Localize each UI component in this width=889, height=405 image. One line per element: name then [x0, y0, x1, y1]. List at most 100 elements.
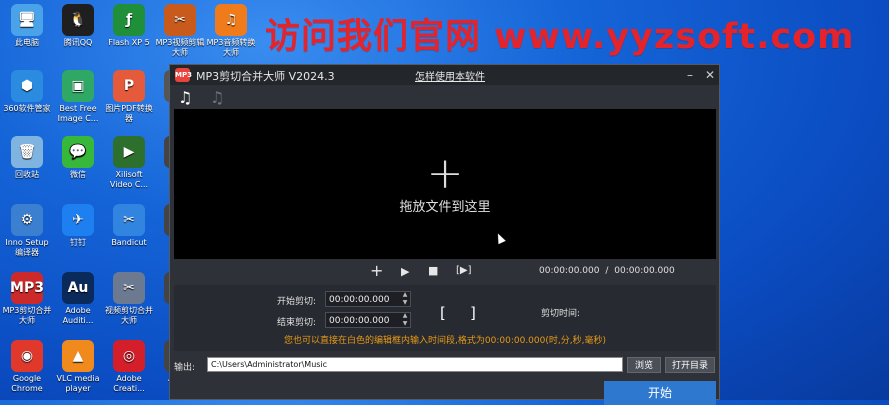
desktop-icon-label: 腾讯QQ: [63, 38, 93, 47]
chevron-down-icon[interactable]: ▼: [400, 320, 410, 328]
website-watermark: 访问我们官网 www.yyzsoft.com: [265, 17, 855, 57]
desktop-icon[interactable]: P 图片PDF转换器: [104, 70, 154, 124]
desktop-icon[interactable]: ✈ 钉钉: [53, 204, 103, 248]
desktop-icon-label: 此电脑: [15, 38, 39, 47]
time-separator: /: [605, 266, 609, 276]
help-link[interactable]: 怎样使用本软件: [415, 68, 485, 83]
app-shortcut-icon[interactable]: 🖥: [11, 4, 43, 36]
desktop-icon[interactable]: Au Adobe Auditi...: [53, 272, 103, 326]
cut-time-label: 剪切时间:: [541, 309, 581, 319]
app-shortcut-icon[interactable]: ✂: [164, 4, 196, 36]
desktop-icon[interactable]: ▶ Xilisoft Video C...: [104, 136, 154, 190]
desktop-icon-label: MP3剪切合并大师: [2, 306, 52, 325]
time-display: 00:00:00.000 / 00:00:00.000: [539, 266, 675, 276]
app-logo-icon: MP3: [175, 68, 192, 82]
desktop-icon[interactable]: ▣ Best Free Image C...: [53, 70, 103, 124]
start-cut-stepper[interactable]: ▲ ▼: [400, 291, 410, 307]
desktop-icon-label: MP3视频剪辑大师: [155, 38, 205, 57]
play-icon[interactable]: ▶: [401, 265, 409, 278]
desktop-icon[interactable]: ♫ MP3音频转换大师: [206, 4, 256, 58]
desktop-icon[interactable]: ✂ MP3视频剪辑大师: [155, 4, 205, 58]
app-shortcut-icon[interactable]: ◉: [11, 340, 43, 372]
drop-zone-label: 拖放文件到这里: [399, 199, 491, 215]
drop-zone[interactable]: + 拖放文件到这里: [174, 109, 716, 259]
play-selection-icon[interactable]: [▶]: [456, 265, 472, 276]
desktop-icon[interactable]: ⚙ Inno Setup 编译器: [2, 204, 52, 258]
app-shortcut-icon[interactable]: ✂: [113, 204, 145, 236]
desktop-icon-label: 视频剪切合并大师: [105, 306, 153, 325]
desktop-icon[interactable]: ✂ Bandicut: [104, 204, 154, 248]
window-title: MP3剪切合并大师 V2024.3: [196, 70, 335, 83]
start-cut-input[interactable]: 00:00:00.000: [325, 291, 411, 307]
app-shortcut-icon[interactable]: ✈: [62, 204, 94, 236]
desktop-icon-label: Inno Setup 编译器: [5, 238, 49, 257]
current-time: 00:00:00.000: [539, 266, 600, 276]
app-shortcut-icon[interactable]: ✂: [113, 272, 145, 304]
desktop-icon-label: 图片PDF转换器: [105, 104, 153, 123]
end-cut-input[interactable]: 00:00:00.000: [325, 312, 411, 328]
desktop-icon[interactable]: ◉ Google Chrome: [2, 340, 52, 394]
end-cut-label: 结束剪切:: [277, 318, 317, 328]
start-button[interactable]: 开始: [604, 381, 716, 405]
app-shortcut-icon[interactable]: 🐧: [62, 4, 94, 36]
desktop-icon[interactable]: 🗑 回收站: [2, 136, 52, 180]
total-time: 00:00:00.000: [614, 266, 675, 276]
output-label: 输出:: [174, 363, 196, 373]
app-shortcut-icon[interactable]: P: [113, 70, 145, 102]
app-shortcut-icon[interactable]: 💬: [62, 136, 94, 168]
format-hint: 您也可以直接在白色的编辑框内输入时间段,格式为00:00:00.000(时,分,…: [284, 336, 606, 346]
desktop-icon-label: Best Free Image C...: [57, 104, 99, 123]
desktop-icon[interactable]: ▲ VLC media player: [53, 340, 103, 394]
stop-icon[interactable]: ■: [428, 264, 438, 277]
app-window: MP3 MP3剪切合并大师 V2024.3 怎样使用本软件 – ✕ ♫ ♫ + …: [169, 64, 720, 405]
app-shortcut-icon[interactable]: Au: [62, 272, 94, 304]
open-directory-button[interactable]: 打开目录: [665, 357, 715, 373]
start-cut-label: 开始剪切:: [277, 297, 317, 307]
app-shortcut-icon[interactable]: ▶: [113, 136, 145, 168]
desktop-icon[interactable]: 🐧 腾讯QQ: [53, 4, 103, 48]
app-shortcut-icon[interactable]: ⚙: [11, 204, 43, 236]
app-shortcut-icon[interactable]: 🗑: [11, 136, 43, 168]
app-shortcut-icon[interactable]: ƒ: [113, 4, 145, 36]
set-end-button[interactable]: ]: [470, 304, 476, 322]
app-shortcut-icon[interactable]: ♫: [215, 4, 247, 36]
music-cut-mode-icon[interactable]: ♫: [178, 88, 192, 107]
end-cut-stepper[interactable]: ▲ ▼: [400, 312, 410, 328]
desktop-icon-label: Xilisoft Video C...: [109, 170, 149, 189]
app-shortcut-icon[interactable]: ▲: [62, 340, 94, 372]
desktop-icon-label: VLC media player: [56, 374, 100, 393]
desktop-icon-label: Flash XP 5: [108, 38, 150, 47]
desktop-icon[interactable]: ⬢ 360软件管家: [2, 70, 52, 114]
desktop-icon[interactable]: MP3 MP3剪切合并大师: [2, 272, 52, 326]
app-shortcut-icon[interactable]: ⬢: [11, 70, 43, 102]
chevron-up-icon[interactable]: ▲: [400, 291, 410, 299]
add-file-icon[interactable]: +: [427, 151, 464, 195]
app-shortcut-icon[interactable]: ◎: [113, 340, 145, 372]
app-shortcut-icon[interactable]: MP3: [10, 272, 44, 304]
music-merge-mode-icon[interactable]: ♫: [210, 88, 224, 107]
desktop-icon-label: MP3音频转换大师: [206, 38, 256, 57]
app-shortcut-icon[interactable]: ▣: [62, 70, 94, 102]
set-start-button[interactable]: [: [440, 304, 446, 322]
desktop-icon-label: 回收站: [15, 170, 39, 179]
desktop-icon-label: Bandicut: [111, 238, 147, 247]
desktop-icon[interactable]: 💬 微信: [53, 136, 103, 180]
desktop-icon-label: Adobe Creati...: [113, 374, 145, 393]
add-icon[interactable]: +: [370, 261, 383, 280]
minimize-button[interactable]: –: [682, 67, 698, 83]
desktop-icon-label: 钉钉: [70, 238, 86, 247]
desktop-icon[interactable]: ✂ 视频剪切合并大师: [104, 272, 154, 326]
desktop-icon[interactable]: ◎ Adobe Creati...: [104, 340, 154, 394]
desktop-icon-label: 微信: [70, 170, 86, 179]
browse-button[interactable]: 浏览: [627, 357, 661, 373]
desktop-icon-label: 360软件管家: [3, 104, 51, 113]
chevron-up-icon[interactable]: ▲: [400, 312, 410, 320]
desktop-icon-label: Google Chrome: [11, 374, 43, 393]
title-bar[interactable]: MP3 MP3剪切合并大师 V2024.3 怎样使用本软件 – ✕: [170, 65, 719, 85]
desktop-icon[interactable]: ƒ Flash XP 5: [104, 4, 154, 48]
chevron-down-icon[interactable]: ▼: [400, 299, 410, 307]
toolbar: ♫ ♫: [170, 85, 719, 109]
output-path-field[interactable]: C:\Users\Administrator\Music: [207, 357, 623, 372]
desktop-icon[interactable]: 🖥 此电脑: [2, 4, 52, 48]
close-button[interactable]: ✕: [702, 67, 718, 83]
